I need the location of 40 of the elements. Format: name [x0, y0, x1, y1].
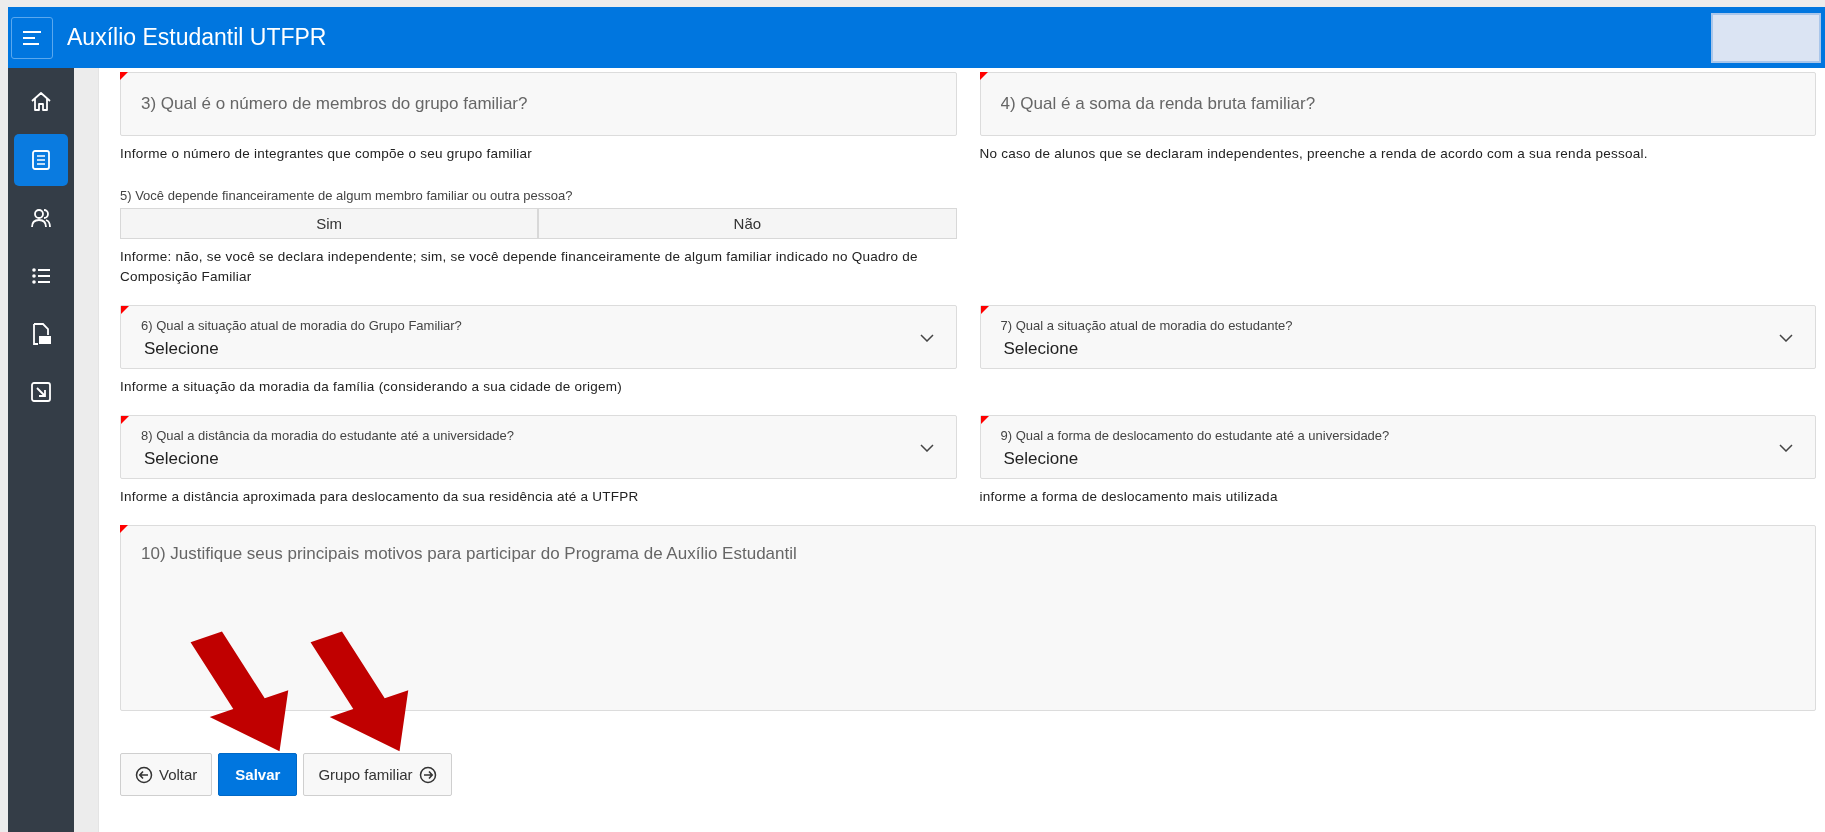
- field-label: 7) Qual a situação atual de moradia do estudante?: [1000, 318, 1294, 333]
- menu-button[interactable]: [11, 16, 53, 59]
- document-list-icon: [29, 148, 53, 172]
- select-field[interactable]: 9) Qual a forma de deslocamento do estudante até a universidade? Selecione: [979, 415, 1816, 479]
- help-text: No caso de alunos que se declaram independentes, preenche a renda de acordo com a sua renda pessoal.: [979, 145, 1649, 163]
- select-field[interactable]: 6) Qual a situação atual de moradia do Grupo Familiar? Selecione: [120, 305, 957, 369]
- save-button[interactable]: Salvar: [218, 753, 298, 796]
- home-icon: [29, 90, 53, 114]
- chevron-down-icon: [919, 334, 934, 342]
- arrow-right-circle-icon: [418, 765, 437, 784]
- field-label: 6) Qual a situação atual de moradia do Grupo Familiar?: [141, 318, 463, 333]
- text-field[interactable]: 3) Qual é o número de membros do grupo familiar?: [120, 72, 957, 136]
- help-text: informe a forma de deslocamento mais utilizada: [979, 488, 1279, 506]
- back-button[interactable]: Voltar: [120, 753, 213, 796]
- chevron-down-icon: [1779, 444, 1793, 452]
- option-button[interactable]: Sim: [120, 208, 539, 239]
- text-field[interactable]: 4) Qual é a soma da renda bruta familiar?: [979, 72, 1816, 136]
- select-value: Selecione: [143, 449, 220, 469]
- option-button[interactable]: Não: [538, 208, 957, 239]
- help-text: Informe a distância aproximada para deslocamento da sua residência até a UTFPR: [120, 488, 640, 506]
- select-field[interactable]: 7) Qual a situação atual de moradia do estudante? Selecione: [979, 305, 1816, 369]
- app-title: Auxílio Estudantil UTFPR: [67, 24, 328, 51]
- help-text: Informe: não, se você se declara independente; sim, se você depende financeiramente de algum familiar indicado no Quadro de Composição Familiar: [120, 248, 919, 286]
- import-icon: [29, 380, 53, 404]
- field-label: 5) Você depende financeiramente de algum membro familiar ou outra pessoa?: [120, 188, 574, 203]
- users-icon: [29, 206, 53, 230]
- field-label: 9) Qual a forma de deslocamento do estudante até a universidade?: [1000, 428, 1391, 443]
- select-value: Selecione: [1002, 449, 1080, 469]
- select-value: Selecione: [143, 339, 220, 359]
- select-value: Selecione: [1002, 339, 1080, 359]
- select-field[interactable]: 8) Qual a distância da moradia do estudante até a universidade? Selecione: [120, 415, 957, 479]
- text-area[interactable]: 10) Justifique seus principais motivos para participar do Programa de Auxílio Estudantil: [120, 525, 1816, 711]
- chevron-down-icon: [1779, 334, 1793, 342]
- arrow-left-circle-icon: [135, 765, 153, 784]
- help-text: Informe a situação da moradia da família (considerando a sua cidade de origem): [120, 378, 624, 396]
- help-text: Informe o número de integrantes que compõe o seu grupo familiar: [120, 145, 533, 163]
- next-button[interactable]: Grupo familiar: [303, 753, 452, 796]
- field-label: 8) Qual a distância da moradia do estudante até a universidade?: [141, 428, 515, 443]
- menu-icon: [22, 30, 42, 45]
- chevron-down-icon: [919, 444, 934, 452]
